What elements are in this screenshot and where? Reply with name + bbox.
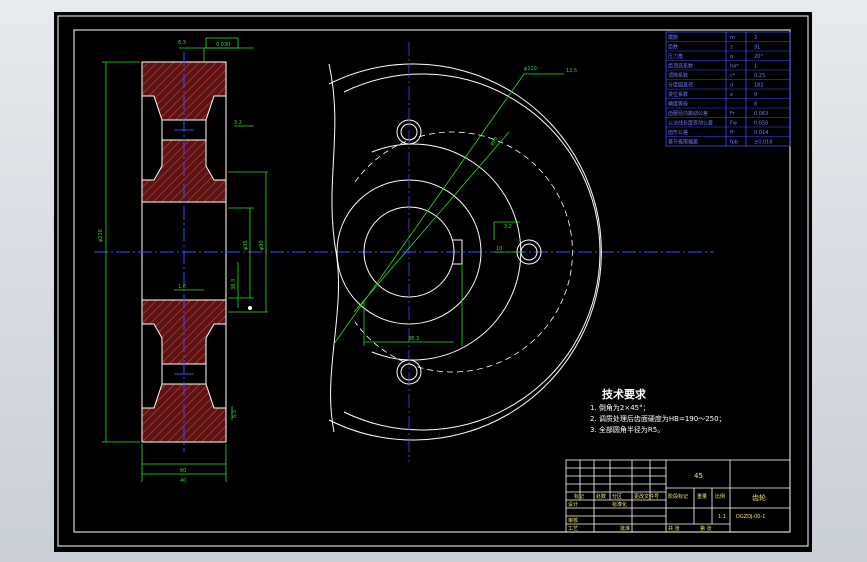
param-cell: fpb — [730, 140, 738, 146]
param-cell: 顶隙系数 — [668, 72, 688, 79]
tb-label-change: 更改文件号 — [634, 493, 659, 500]
param-cell: c* — [730, 73, 736, 79]
tb-scale-value: 1:1 — [718, 514, 726, 520]
dim-phi-bore: φ35 — [243, 240, 249, 250]
tb-drawing-no: DGZDJ-00-1 — [736, 514, 765, 520]
tb-part-name: 齿轮 — [752, 493, 766, 502]
param-cell: 分度圆直径 — [668, 82, 693, 89]
roughness-top: 6.3 — [178, 40, 186, 46]
dim-front-circle: φ90 — [489, 136, 500, 147]
param-cell: α — [730, 54, 734, 60]
tb-label-approve: 批准 — [620, 525, 630, 532]
dim-width: 40 — [180, 478, 186, 484]
tb-label-scale: 比例 — [715, 493, 725, 500]
param-cell: ff — [730, 130, 734, 136]
front-dimensions — [333, 73, 564, 346]
tb-label-design: 设计 — [568, 501, 578, 508]
tb-label-count: 处数 — [596, 493, 606, 500]
param-cell: 0 — [754, 92, 757, 98]
tb-label-review: 审核 — [568, 517, 578, 524]
param-cell: d — [730, 83, 733, 89]
param-table: 模数 m 2 齿数 z 91 压力角 α 20° 齿顶高系数 ha* 1 顶隙系数 c* 0.25 分度圆直径… — [665, 31, 791, 147]
dim-key-depth: 38.3 — [231, 279, 237, 290]
param-cell: z — [730, 45, 733, 51]
param-cell: 0.050 — [754, 121, 768, 127]
tb-sheet-no: 第 张 — [700, 525, 712, 532]
param-cell: Fr — [730, 111, 736, 117]
keyway-roughness: 3.2 — [504, 224, 512, 230]
param-cell: 基节极限偏差 — [668, 139, 698, 146]
dim-front-key-depth: 38.3 — [408, 336, 419, 342]
roughness-web: 3.2 — [234, 120, 242, 126]
param-cell: 压力角 — [668, 53, 683, 60]
dim-key-width: 10 — [496, 246, 502, 252]
tb-label-craft: 工艺 — [568, 526, 578, 532]
datum-marker — [248, 306, 252, 310]
drawing-svg: φ210 60 40 φ90 φ35 38.3 0.030 6.3 3.2 1.… — [57, 15, 809, 547]
param-cell: 齿数 — [668, 44, 678, 51]
param-cell: 0.25 — [754, 73, 765, 79]
param-cell: 公法线长度变动公差 — [668, 120, 713, 127]
tech-item-3: 3. 全部圆角半径为R5。 — [590, 425, 664, 434]
tech-requirements: 技术要求 1. 倒角为2×45°； 2. 调质处理后齿面硬度为HB=190～25… — [590, 387, 726, 434]
dim-hub-width: 60 — [180, 468, 186, 474]
param-cell: 2 — [754, 35, 757, 41]
param-cell: x — [730, 92, 733, 98]
param-cell: ha* — [730, 64, 739, 70]
param-cell: 20° — [754, 54, 763, 60]
param-cell: 齿形公差 — [668, 129, 688, 136]
tb-material: 45 — [694, 472, 703, 480]
param-cell: 8 — [754, 102, 757, 108]
param-cell: 0.014 — [754, 130, 768, 136]
roughness-bottom: 6.3 — [232, 410, 238, 418]
tb-label-weight: 重量 — [697, 493, 707, 500]
roughness-bore: 1.6 — [178, 284, 186, 290]
tb-label-mark: 标记 — [574, 493, 584, 500]
param-cell: ±0.016 — [754, 140, 773, 146]
tb-label-zone: 分区 — [612, 493, 622, 500]
drawing-sheet[interactable]: φ210 60 40 φ90 φ35 38.3 0.030 6.3 3.2 1.… — [54, 12, 812, 552]
other-roughness: 12.5 — [566, 68, 577, 74]
param-cell: m — [730, 35, 735, 41]
tech-item-1: 1. 倒角为2×45°； — [590, 403, 650, 412]
param-cell: Fw — [730, 121, 737, 127]
param-cell: 1 — [754, 64, 757, 70]
tb-sheets: 共 张 — [668, 525, 680, 532]
tb-label-std: 标准化 — [612, 501, 627, 508]
tb-label-stage: 阶段标记 — [668, 493, 688, 500]
param-cell: 齿顶高系数 — [668, 63, 693, 70]
param-cell: 齿圈径向跳动公差 — [668, 110, 708, 117]
tolerance-value: 0.030 — [216, 42, 230, 48]
param-cell: 模数 — [668, 34, 678, 41]
tech-title: 技术要求 — [602, 387, 647, 401]
param-cell: 变位系数 — [668, 91, 688, 98]
tech-item-2: 2. 调质处理后齿面硬度为HB=190～250； — [590, 414, 726, 423]
dim-phi-circle: φ90 — [259, 240, 265, 250]
param-cell: 0.063 — [754, 111, 768, 117]
cad-viewport: φ210 60 40 φ90 φ35 38.3 0.030 6.3 3.2 1.… — [0, 0, 867, 562]
param-cell: 182 — [754, 83, 764, 89]
param-cell: 精度等级 — [668, 101, 688, 108]
dim-front-dia: φ210 — [524, 66, 537, 72]
param-cell: 91 — [754, 45, 760, 51]
dim-outer-dia: φ210 — [98, 229, 104, 242]
